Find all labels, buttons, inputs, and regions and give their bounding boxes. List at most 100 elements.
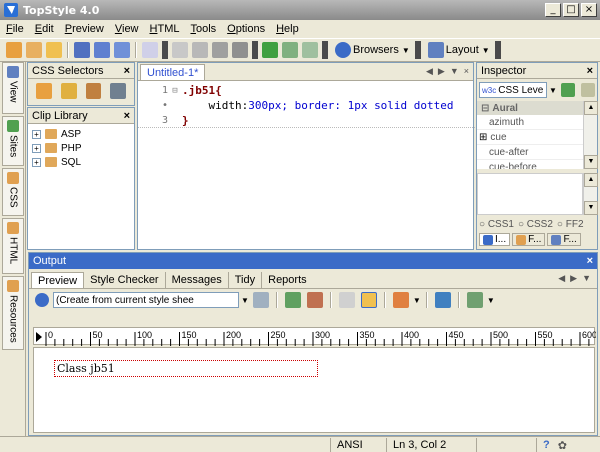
chevron-down-icon[interactable]: ▼ — [413, 296, 421, 305]
property-cue-after[interactable]: cue-after — [477, 145, 583, 160]
close-icon[interactable]: × — [124, 65, 130, 77]
close-icon[interactable]: × — [587, 65, 593, 77]
radio-css1[interactable]: ○ CSS1 — [479, 219, 514, 230]
browsers-button[interactable]: Browsers ▼ — [330, 41, 413, 59]
format-icon[interactable] — [172, 42, 188, 58]
tools-icon[interactable] — [306, 292, 323, 308]
menu-edit[interactable]: Edit — [35, 23, 54, 35]
edit-selector-icon[interactable] — [60, 83, 77, 99]
tab-preview[interactable]: Preview — [31, 272, 85, 288]
scroll-down-icon[interactable]: ▼ — [584, 155, 598, 169]
highlight-icon[interactable] — [360, 292, 377, 308]
menu-help[interactable]: Help — [276, 23, 299, 35]
layout-button[interactable]: Layout ▼ — [423, 41, 493, 59]
css-level-select[interactable]: w3c CSS Leve — [479, 82, 547, 98]
clip-library-title: Clip Library — [32, 109, 88, 122]
menu-options[interactable]: Options — [227, 23, 265, 35]
tab-reports[interactable]: Reports — [262, 272, 313, 288]
tree-item-asp[interactable]: + ASP — [28, 127, 134, 141]
tab-sites[interactable]: Sites — [2, 116, 24, 166]
tag-icon[interactable] — [85, 83, 102, 99]
tab-inspector-3[interactable]: F... — [547, 233, 581, 246]
new-file-icon[interactable] — [26, 42, 42, 58]
group-aural[interactable]: ⊟ Aural — [477, 101, 583, 115]
brush-icon[interactable] — [560, 83, 575, 97]
tab-resources[interactable]: Resources — [2, 276, 24, 350]
add-icon[interactable] — [284, 292, 301, 308]
validate-icon[interactable] — [282, 42, 298, 58]
expand-icon[interactable]: ⊞ — [479, 132, 487, 143]
expand-icon[interactable]: + — [32, 143, 41, 153]
tab-inspector-2[interactable]: F... — [512, 233, 546, 246]
description-scrollbar[interactable]: ▲ ▼ — [583, 173, 598, 215]
tab-view[interactable]: View — [2, 62, 24, 114]
property-cue-before[interactable]: cue-before — [477, 160, 583, 170]
check-icon[interactable] — [262, 42, 278, 58]
expand-icon[interactable]: + — [32, 129, 41, 139]
chevron-down-icon[interactable]: ▼ — [549, 86, 557, 95]
view-icon[interactable] — [434, 292, 451, 308]
help-icon[interactable]: ? — [543, 439, 550, 451]
inspector-tabs: I... F... F... — [479, 233, 581, 246]
save-all-icon[interactable] — [94, 42, 110, 58]
fold-icon[interactable]: ⊟ — [168, 86, 182, 96]
tidy-icon[interactable] — [302, 42, 318, 58]
radio-css2[interactable]: ○ CSS2 — [518, 219, 553, 230]
edit-icon[interactable] — [580, 83, 595, 97]
property-cue[interactable]: ⊞ cue — [477, 130, 583, 145]
menu-view[interactable]: View — [115, 23, 139, 35]
ruler-icon[interactable] — [392, 292, 409, 308]
expand-icon[interactable]: + — [32, 157, 41, 167]
menu-preview[interactable]: Preview — [65, 23, 104, 35]
tab-style-checker[interactable]: Style Checker — [84, 272, 166, 288]
tab-list-icon[interactable]: ▼ — [582, 273, 591, 284]
property-scrollbar[interactable]: ▲ ▼ — [583, 101, 598, 169]
tab-messages[interactable]: Messages — [166, 272, 229, 288]
tab-inspector-1[interactable]: I... — [479, 233, 511, 246]
close-icon[interactable]: × — [124, 110, 130, 122]
tree-item-sql[interactable]: + SQL — [28, 155, 134, 169]
options-icon[interactable] — [466, 292, 483, 308]
refresh-icon[interactable] — [252, 292, 269, 308]
save-icon[interactable] — [74, 42, 90, 58]
property-list: ⊟ Aural azimuth ⊞ cue cue-after cue-before — [477, 101, 583, 169]
tools-icon[interactable] — [212, 42, 228, 58]
preview-source-select[interactable]: (Create from current style shee — [53, 292, 239, 308]
link-icon[interactable] — [192, 42, 208, 58]
close-button[interactable]: × — [581, 3, 597, 17]
open-folder-icon[interactable] — [46, 42, 62, 58]
next-tab-icon[interactable]: ▶ — [570, 273, 577, 284]
tab-tidy[interactable]: Tidy — [229, 272, 263, 288]
radio-ff2[interactable]: ○ FF2 — [557, 219, 584, 230]
scroll-up-icon[interactable]: ▲ — [584, 173, 598, 187]
tab-html[interactable]: HTML — [2, 218, 24, 274]
menu-tools[interactable]: Tools — [190, 23, 216, 35]
tree-item-php[interactable]: + PHP — [28, 141, 134, 155]
maximize-button[interactable]: □ — [563, 3, 579, 17]
settings-icon[interactable]: ✿ — [558, 439, 567, 452]
property-azimuth[interactable]: azimuth — [477, 115, 583, 130]
minimize-button[interactable]: _ — [545, 3, 561, 17]
menu-file[interactable]: File — [6, 23, 24, 35]
tab-untitled-1[interactable]: Untitled-1* — [140, 64, 206, 80]
add-selector-icon[interactable] — [36, 83, 52, 99]
close-icon[interactable]: × — [587, 255, 593, 267]
chevron-down-icon[interactable]: ▼ — [487, 296, 495, 305]
tab-list-icon[interactable]: ▼ — [450, 66, 459, 77]
wizard-icon[interactable] — [232, 42, 248, 58]
prev-tab-icon[interactable]: ◀ — [426, 66, 433, 77]
scroll-up-icon[interactable]: ▲ — [584, 101, 598, 115]
chevron-down-icon[interactable]: ▼ — [241, 296, 249, 305]
find-icon[interactable] — [142, 42, 158, 58]
prev-tab-icon[interactable]: ◀ — [558, 273, 565, 284]
inspector-title: Inspector — [481, 64, 527, 77]
next-tab-icon[interactable]: ▶ — [438, 66, 445, 77]
edit-icon[interactable] — [338, 292, 355, 308]
copy-icon[interactable] — [114, 42, 130, 58]
scroll-down-icon[interactable]: ▼ — [584, 201, 598, 215]
menu-html[interactable]: HTML — [150, 23, 180, 35]
tab-css[interactable]: CSS — [2, 168, 24, 216]
close-tab-icon[interactable]: × — [464, 66, 469, 77]
new-css-icon[interactable] — [6, 42, 22, 58]
settings-icon[interactable] — [110, 83, 126, 99]
